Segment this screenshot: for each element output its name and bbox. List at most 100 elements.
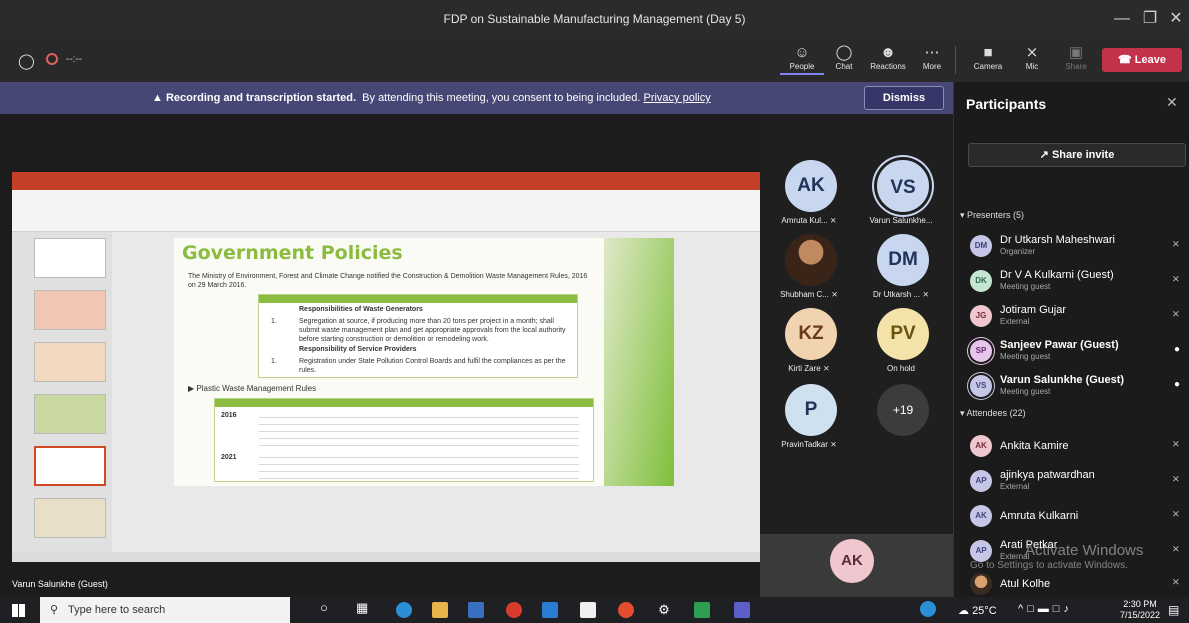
close-panel-icon[interactable]: ✕ <box>1166 94 1178 111</box>
participant-row[interactable]: JG Jotiram Gujar External ⨯ <box>970 302 1184 330</box>
year-label: 2016 <box>221 412 237 419</box>
share-invite-label: Share invite <box>1051 149 1115 161</box>
maximize-icon[interactable]: ❐ <box>1138 8 1162 30</box>
participant-tile[interactable]: AK Amruta Kul... ⨯ <box>764 160 854 230</box>
task-view-icon[interactable]: ▦ <box>356 600 368 616</box>
plastic-rules-text: Plastic Waste Management Rules <box>196 384 317 393</box>
slide-decoration <box>604 238 674 486</box>
windows-start-icon[interactable] <box>12 604 25 617</box>
participant-avatar: JG <box>970 305 992 327</box>
mic-button[interactable]: ⨯ Mic <box>1010 44 1054 71</box>
close-icon[interactable]: ✕ <box>1164 8 1188 30</box>
share-tray-icon: ▣ <box>1068 44 1084 61</box>
mail-icon[interactable] <box>542 602 558 618</box>
participant-row[interactable]: AK Amruta Kulkarni ⨯ <box>970 502 1184 530</box>
powerpoint-window: Government Policies The Ministry of Envi… <box>12 172 760 562</box>
privacy-policy-link[interactable]: Privacy policy <box>643 92 710 104</box>
activation-watermark-title: Activate Windows <box>1025 542 1144 559</box>
clock[interactable]: 2:30 PM 7/15/2022 <box>1120 599 1160 621</box>
dismiss-button[interactable]: Dismiss <box>864 86 944 110</box>
participant-row[interactable]: VS Varun Salunkhe (Guest) Meeting guest … <box>970 372 1184 400</box>
opera-icon[interactable] <box>506 602 522 618</box>
help-icon[interactable] <box>920 601 936 617</box>
rules-table: Responsibilities of Waste Generators 1. … <box>258 294 578 378</box>
participant-row[interactable]: DK Dr V A Kulkarni (Guest) Meeting guest… <box>970 267 1184 295</box>
participant-tile[interactable]: VS Varun Salunkhe... <box>856 160 946 230</box>
tile-name-text: Kirti Zare <box>788 364 821 373</box>
participant-name: Dr Utkarsh Maheshwari <box>1000 234 1115 246</box>
slide-canvas: Government Policies The Ministry of Envi… <box>174 238 674 486</box>
self-view[interactable]: AK <box>760 534 953 597</box>
attendees-section-toggle[interactable]: ▾ Attendees (22) <box>960 408 1026 419</box>
cortana-icon[interactable]: ○ <box>320 600 328 615</box>
participant-name: Dr V A Kulkarni (Guest) <box>1000 269 1114 281</box>
reactions-button[interactable]: ☻ Reactions <box>866 44 910 71</box>
windows-taskbar: ⚲ Type here to search ○ ▦ ⚙ ☁ 25°C ^□▬□♪… <box>0 597 1189 623</box>
edge-icon[interactable] <box>396 602 412 618</box>
title-bar: FDP on Sustainable Manufacturing Managem… <box>0 0 1189 38</box>
participant-tile[interactable]: DM Dr Utkarsh ... ⨯ <box>856 234 946 304</box>
file-explorer-icon[interactable] <box>432 602 448 618</box>
panel-title: Participants <box>966 96 1047 112</box>
settings-icon[interactable]: ⚙ <box>656 602 672 618</box>
participant-avatar: SP <box>970 340 992 362</box>
participant-row[interactable]: SP Sanjeev Pawar (Guest) Meeting guest ● <box>970 337 1184 365</box>
participant-row[interactable]: DM Dr Utkarsh Maheshwari Organizer ⨯ <box>970 232 1184 260</box>
rule-text: Segregation at source, if producing more… <box>299 318 566 343</box>
avatar: KZ <box>785 308 837 360</box>
participant-name: Atul Kolhe <box>1000 578 1051 590</box>
store-icon[interactable] <box>468 602 484 618</box>
minimize-icon[interactable]: — <box>1110 8 1134 30</box>
weather-widget[interactable]: ☁ 25°C <box>958 604 997 617</box>
participant-tile[interactable]: KZ Kirti Zare ⨯ <box>764 308 854 378</box>
participant-tile[interactable]: Shubham C... ⨯ <box>764 234 854 304</box>
slide-thumbnail <box>34 238 106 278</box>
banner-message: ▲ Recording and transcription started. B… <box>152 92 711 104</box>
tile-name: PravinTadkar ⨯ <box>764 440 854 449</box>
meeting-toolbar: ◯ --:-- ☺ People ◯ Chat ☻ Reactions ⋯ More ■… <box>0 38 1189 82</box>
mic-on-icon: ● <box>1173 379 1180 390</box>
participant-tile[interactable]: P PravinTadkar ⨯ <box>764 384 854 454</box>
slide-thumbnail <box>34 394 106 434</box>
recording-icon <box>46 53 58 65</box>
participant-role: Meeting guest <box>1000 352 1051 361</box>
system-tray-icons[interactable]: ^□▬□♪ <box>1018 603 1073 615</box>
mic-off-icon: ⨯ <box>1025 44 1039 61</box>
slide-thumbnail <box>34 498 106 538</box>
share-button[interactable]: ▣ Share <box>1054 44 1098 71</box>
rule-heading: Responsibility of Service Providers <box>299 346 417 353</box>
share-invite-button[interactable]: ↗ Share invite <box>968 143 1186 167</box>
participant-avatar: VS <box>970 375 992 397</box>
taskbar-search-box[interactable]: ⚲ Type here to search <box>40 597 290 623</box>
camera-button[interactable]: ■ Camera <box>966 44 1010 71</box>
chrome-icon[interactable] <box>618 602 634 618</box>
plastic-details-text <box>259 411 579 447</box>
participant-row[interactable]: Atul Kolhe ⨯ <box>970 570 1184 598</box>
notifications-icon[interactable]: ▤ <box>1168 603 1179 617</box>
more-button[interactable]: ⋯ More <box>910 44 954 71</box>
people-button[interactable]: ☺ People <box>780 44 824 75</box>
participant-row[interactable]: AP ajinkya patwardhan External ⨯ <box>970 467 1184 495</box>
chat-button[interactable]: ◯ Chat <box>822 44 866 71</box>
banner-bold-text: Recording and transcription started. <box>165 92 357 104</box>
plastic-rules-heading: ▶ Plastic Waste Management Rules <box>188 384 317 393</box>
mic-off-icon: ⨯ <box>1171 544 1180 555</box>
more-participants-tile[interactable]: +19 <box>856 384 946 454</box>
window-title: FDP on Sustainable Manufacturing Managem… <box>443 12 746 26</box>
leave-button[interactable]: ☎ Leave <box>1102 48 1182 72</box>
shield-icon[interactable]: ◯ <box>18 52 35 70</box>
mic-off-icon: ⨯ <box>1171 577 1180 588</box>
document-icon[interactable] <box>580 602 596 618</box>
reactions-icon: ☻ <box>880 44 896 61</box>
teams-icon[interactable] <box>734 602 750 618</box>
participant-tile[interactable]: PV On hold <box>856 308 946 378</box>
participant-row[interactable]: AK Ankita Kamire ⨯ <box>970 432 1184 460</box>
mic-off-icon: ⨯ <box>1171 439 1180 450</box>
excel-icon[interactable] <box>694 602 710 618</box>
presenters-section-toggle[interactable]: ▾ Presenters (5) <box>960 210 1024 221</box>
tile-name-text: Dr Utkarsh ... <box>872 290 921 299</box>
tile-name: Dr Utkarsh ... ⨯ <box>856 290 946 299</box>
mic-label: Mic <box>1025 62 1039 71</box>
tile-name: Shubham C... ⨯ <box>764 290 854 299</box>
mic-off-icon: ⨯ <box>922 290 930 299</box>
